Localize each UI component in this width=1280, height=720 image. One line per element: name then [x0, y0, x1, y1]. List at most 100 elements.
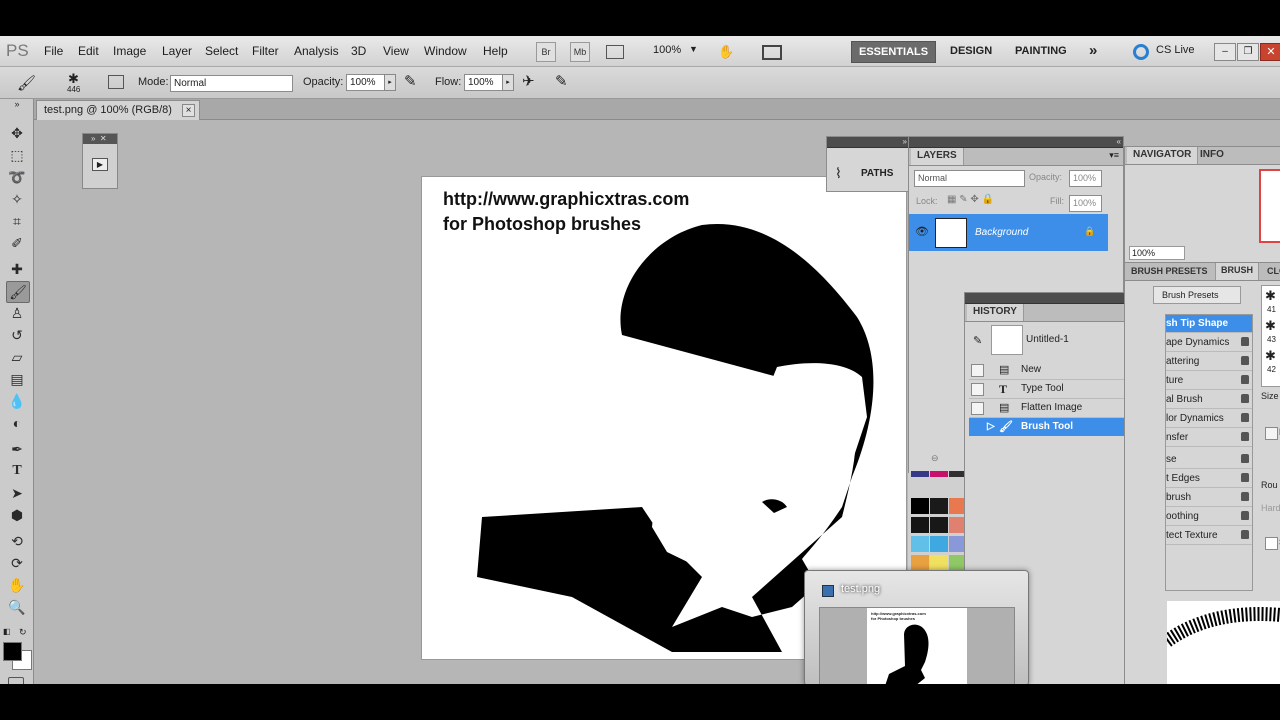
history-brush-source-icon[interactable]: ✎: [973, 334, 982, 347]
bridge-button[interactable]: Br: [536, 42, 556, 62]
spacing-checkbox[interactable]: [1265, 537, 1278, 550]
brush-setting-item[interactable]: se: [1166, 451, 1252, 469]
brush-setting-item[interactable]: tect Texture: [1166, 527, 1252, 545]
color-swatch[interactable]: [930, 498, 948, 514]
lock-options-icons[interactable]: ▦ ✎ ✥ 🔒: [947, 194, 994, 205]
workspace-essentials[interactable]: ESSENTIALS: [851, 41, 937, 63]
tab-brush-presets[interactable]: BRUSH PRESETS: [1131, 266, 1208, 276]
history-brush-tool-icon[interactable]: ↺: [6, 325, 28, 345]
menu-analysis[interactable]: Analysis: [294, 44, 339, 58]
more-workspaces-icon[interactable]: »: [1082, 41, 1104, 61]
hand-tool-icon[interactable]: ✋: [6, 575, 28, 595]
brush-panel-toggle-icon[interactable]: [108, 75, 124, 89]
snapshot-name[interactable]: Untitled-1: [1026, 334, 1069, 345]
lock-icon[interactable]: [1241, 337, 1249, 346]
fill-field[interactable]: 100%: [1069, 195, 1102, 212]
menu-file[interactable]: File: [44, 44, 63, 58]
dodge-tool-icon[interactable]: ◐: [6, 413, 28, 433]
paths-label[interactable]: PATHS: [861, 168, 893, 179]
layer-opacity-field[interactable]: 100%: [1069, 170, 1102, 187]
lock-icon[interactable]: [1241, 473, 1249, 482]
paths-icon[interactable]: ⌇: [835, 165, 842, 182]
menu-window[interactable]: Window: [424, 44, 467, 58]
eyedropper-tool-icon[interactable]: ✐: [6, 233, 28, 253]
panel-menu-icon[interactable]: ▾≡: [1109, 150, 1119, 161]
color-swatch[interactable]: [930, 536, 948, 552]
layer-row-background[interactable]: 👁 Background 🔒: [909, 214, 1108, 251]
menu-filter[interactable]: Filter: [252, 44, 279, 58]
blend-mode-select[interactable]: Normal: [914, 170, 1025, 187]
document-tab-close-button[interactable]: ×: [182, 104, 195, 117]
brush-setting-item[interactable]: ape Dynamics: [1166, 334, 1252, 352]
lock-icon[interactable]: [1241, 375, 1249, 384]
navigator-preview[interactable]: [1259, 169, 1280, 243]
lasso-tool-icon[interactable]: ➰: [6, 167, 28, 187]
lock-icon[interactable]: [1241, 492, 1249, 501]
play-action-icon[interactable]: ▶: [92, 158, 108, 171]
type-tool-icon[interactable]: T: [6, 461, 28, 481]
pen-tool-icon[interactable]: ✒: [6, 439, 28, 459]
color-swatch[interactable]: [911, 471, 929, 477]
brush-setting-item[interactable]: nsfer: [1166, 429, 1252, 447]
menu-view[interactable]: View: [383, 44, 409, 58]
tab-info[interactable]: INFO: [1200, 149, 1224, 160]
brush-setting-tip-shape[interactable]: sh Tip Shape: [1166, 315, 1252, 333]
tab-history[interactable]: HISTORY: [967, 304, 1024, 321]
color-swatch[interactable]: [930, 517, 948, 533]
opacity-field[interactable]: 100%: [346, 74, 385, 91]
gradient-tool-icon[interactable]: ▤: [6, 369, 28, 389]
color-swatch[interactable]: [911, 498, 929, 514]
brush-setting-item[interactable]: t Edges: [1166, 470, 1252, 488]
menu-layer[interactable]: Layer: [162, 44, 192, 58]
brush-setting-item[interactable]: oothing: [1166, 508, 1252, 526]
brush-tool-icon[interactable]: 🖌: [6, 281, 30, 303]
brush-tip-grid[interactable]: ✱ 41 ✱ 43 ✱ 42: [1261, 285, 1280, 387]
brush-tool-preset-icon[interactable]: 🖌: [17, 74, 36, 92]
history-checkbox[interactable]: [971, 364, 984, 377]
eye-icon[interactable]: 👁: [915, 225, 929, 238]
close-window-button[interactable]: ✕: [1260, 43, 1280, 61]
opacity-arrow-icon[interactable]: ▸: [384, 74, 396, 91]
path-selection-tool-icon[interactable]: ➤: [6, 483, 28, 503]
brush-setting-item[interactable]: al Brush: [1166, 391, 1252, 409]
restore-button[interactable]: ❐: [1237, 43, 1259, 61]
airbrush-icon[interactable]: ✈: [522, 72, 535, 90]
quick-mask-icon[interactable]: [8, 677, 24, 684]
view-extras-icon[interactable]: [606, 45, 624, 59]
toolbox-collapse-icon[interactable]: »: [6, 99, 28, 109]
3d-rotate-tool-icon[interactable]: ⟲: [6, 531, 28, 551]
flow-field[interactable]: 100%: [464, 74, 503, 91]
color-swatch[interactable]: [930, 555, 948, 571]
lock-icon[interactable]: [1241, 511, 1249, 520]
minibridge-button[interactable]: Mb: [570, 42, 590, 62]
history-checkbox[interactable]: [971, 402, 984, 415]
brush-setting-item[interactable]: attering: [1166, 353, 1252, 371]
foreground-color-swatch[interactable]: [3, 642, 22, 661]
screen-mode-icon[interactable]: [762, 45, 782, 60]
blur-tool-icon[interactable]: 💧: [6, 391, 28, 411]
color-swatch[interactable]: [911, 517, 929, 533]
zoom-level[interactable]: 100%: [653, 44, 681, 56]
brush-setting-item[interactable]: brush: [1166, 489, 1252, 507]
tab-brush[interactable]: BRUSH: [1215, 263, 1260, 280]
color-swatch[interactable]: [930, 471, 948, 477]
brush-setting-item[interactable]: lor Dynamics: [1166, 410, 1252, 428]
marquee-tool-icon[interactable]: ⬚: [6, 145, 28, 165]
default-colors-icon[interactable]: ◧: [3, 627, 11, 636]
tab-clone-source[interactable]: CLO: [1267, 266, 1280, 276]
lock-icon[interactable]: [1241, 432, 1249, 441]
lock-icon[interactable]: [1241, 356, 1249, 365]
navigator-zoom-field[interactable]: 100%: [1129, 246, 1185, 260]
document-tab[interactable]: test.png @ 100% (RGB/8) ×: [36, 100, 200, 120]
color-swatch[interactable]: [911, 555, 929, 571]
brush-setting-item[interactable]: ture: [1166, 372, 1252, 390]
history-checkbox[interactable]: [971, 383, 984, 396]
lock-icon[interactable]: [1241, 413, 1249, 422]
menu-image[interactable]: Image: [113, 44, 146, 58]
clone-stamp-tool-icon[interactable]: ♙: [6, 303, 28, 323]
menu-3d[interactable]: 3D: [351, 44, 366, 58]
mode-select[interactable]: Normal: [170, 75, 293, 92]
shape-tool-icon[interactable]: ⬢: [6, 505, 28, 525]
menu-edit[interactable]: Edit: [78, 44, 99, 58]
window-thumbnail-popup[interactable]: test.png http://www.graphicxtras.com for…: [804, 570, 1029, 684]
